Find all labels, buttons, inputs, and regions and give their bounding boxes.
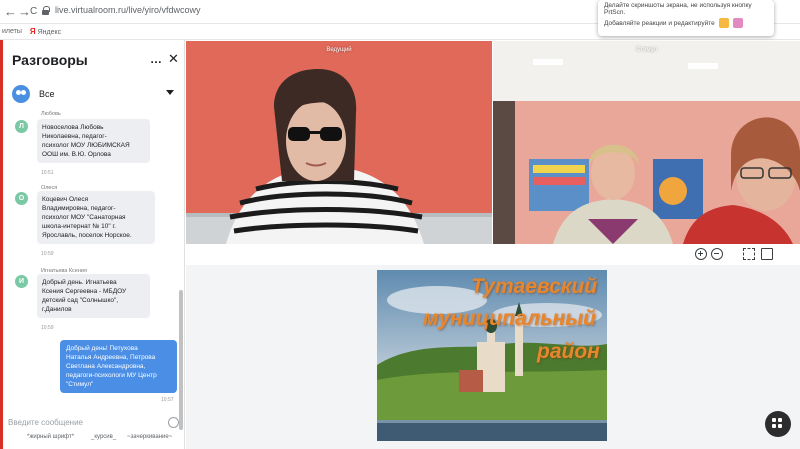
video-tile-label: Стимул [636, 47, 657, 53]
avatar: Л [15, 120, 28, 133]
slide-title-line-2: муниципальный [423, 307, 596, 330]
url-text: live.virtualroom.ru/live/yiro/vfdwcowy [55, 5, 201, 15]
format-italic-hint[interactable]: _курсив_ [91, 434, 116, 440]
video-tile-stimul[interactable]: Стимул [493, 41, 800, 244]
slide-title-line-1: Тутаевский [471, 275, 598, 298]
video-tile-label: Ведущий [326, 47, 352, 53]
notification-line-2: Добавляйте реакции и редактируйте [604, 19, 715, 27]
message-time: 10:51 [41, 170, 54, 176]
reload-icon[interactable]: C [30, 6, 37, 17]
layout-grid-button[interactable] [765, 411, 791, 437]
slide-title-line-3: район [537, 340, 600, 363]
extension-notification: Делайте скриншоты экрана, не используя к… [598, 0, 774, 36]
message-time: 10:59 [41, 251, 54, 257]
edit-icon[interactable] [732, 18, 743, 28]
presentation-slide: Тутаевский муниципальный район [377, 270, 607, 441]
video-tile-host[interactable]: Ведущий [186, 41, 492, 244]
back-icon[interactable]: ← [4, 4, 17, 19]
own-message-bubble: Добрый день! Петухова Наталья Андреевна,… [60, 340, 177, 393]
message-time: 10:57 [161, 397, 174, 403]
avatar: О [15, 192, 28, 205]
bookmark-yandex[interactable]: Я Яндекс [30, 27, 61, 36]
zoom-in-icon[interactable] [695, 248, 707, 260]
chat-filter[interactable]: Все [39, 89, 55, 99]
message-bubble: Добрый день. Игнатьева Ксения Сергеевна … [37, 274, 150, 318]
host-video-feed [186, 69, 492, 244]
sidebar-title: Разговоры [12, 52, 88, 68]
stimul-video-feed [493, 41, 800, 244]
message-bubble: Коцевич Олеся Владимировна, педагог- пси… [37, 191, 155, 244]
chat-scrollbar[interactable] [179, 290, 183, 430]
format-bold-hint[interactable]: *жирный шрифт* [27, 434, 74, 440]
fullscreen-icon[interactable] [743, 248, 755, 260]
zoom-out-icon[interactable] [711, 248, 723, 260]
lock-icon [42, 5, 50, 15]
address-bar[interactable]: live.virtualroom.ru/live/yiro/vfdwcowy [42, 5, 201, 15]
avatar: И [15, 275, 28, 288]
reaction-icon[interactable] [718, 18, 729, 28]
presentation-controls [186, 244, 800, 265]
message-author: Любовь [41, 111, 61, 117]
chevron-down-icon[interactable] [166, 90, 174, 95]
more-icon[interactable]: … [150, 52, 163, 66]
message-time: 10:59 [41, 325, 54, 331]
notification-line-1: Делайте скриншоты экрана, не используя к… [604, 2, 752, 16]
format-strike-hint[interactable]: ~зачеркивание~ [127, 434, 172, 440]
yandex-icon: Я [29, 27, 36, 36]
participants-icon [12, 85, 30, 103]
bookmark-tickets[interactable]: илеты [2, 28, 22, 35]
message-input[interactable]: Введите сообщение [8, 418, 83, 427]
chat-sidebar: Разговоры … ✕ Все Любовь Л Новоселова Лю… [3, 40, 185, 449]
message-bubble: Новоселова Любовь Николаевна, педагог- п… [37, 119, 150, 163]
fit-screen-icon[interactable] [761, 248, 773, 260]
emoji-icon[interactable] [168, 417, 179, 428]
close-icon[interactable]: ✕ [168, 51, 179, 67]
